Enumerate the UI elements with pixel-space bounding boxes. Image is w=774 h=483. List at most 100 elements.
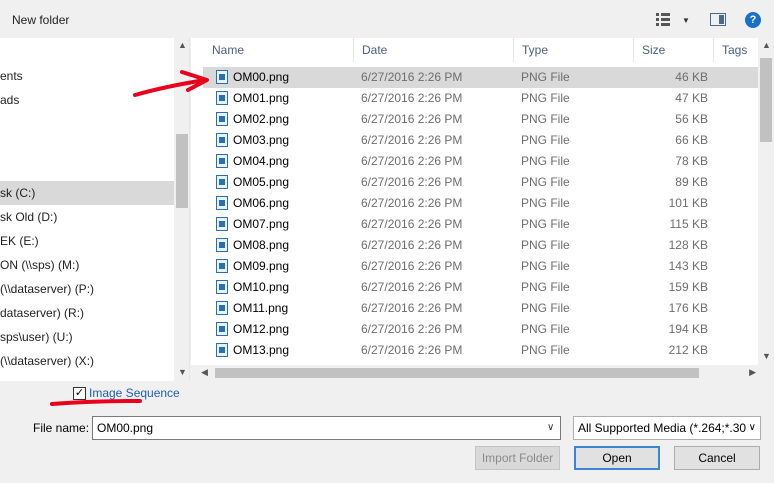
file-horizontal-scrollbar[interactable]: ◀ ▶: [191, 365, 774, 381]
scroll-down-icon[interactable]: ▼: [178, 367, 187, 377]
file-row[interactable]: OM13.png 6/27/2016 2:26 PM PNG File 212 KB: [203, 340, 760, 361]
column-name[interactable]: Name: [204, 38, 354, 62]
column-date[interactable]: Date: [354, 38, 514, 62]
png-file-icon: [216, 259, 228, 273]
file-row[interactable]: OM06.png 6/27/2016 2:26 PM PNG File 101 KB: [203, 193, 760, 214]
png-file-icon: [216, 322, 228, 336]
preview-pane-icon[interactable]: [710, 13, 726, 26]
nav-item[interactable]: sps\user) (U:): [0, 325, 174, 349]
file-row[interactable]: OM03.png 6/27/2016 2:26 PM PNG File 66 KB: [203, 130, 760, 151]
file-name-dropdown-icon[interactable]: ∨: [547, 422, 554, 433]
import-folder-button[interactable]: Import Folder: [475, 446, 560, 470]
file-date-cell: 6/27/2016 2:26 PM: [361, 280, 463, 294]
file-name-cell: OM03.png: [233, 133, 290, 147]
file-type-filter[interactable]: All Supported Media (*.264;*.30 ∨: [573, 416, 761, 440]
file-size-cell: 143 KB: [668, 259, 708, 273]
file-row[interactable]: OM04.png 6/27/2016 2:26 PM PNG File 78 KB: [203, 151, 760, 172]
file-date-cell: 6/27/2016 2:26 PM: [361, 154, 463, 168]
image-sequence-label[interactable]: Image Sequence: [89, 386, 180, 400]
toolbar: New folder ▼ ?: [0, 0, 774, 38]
open-button[interactable]: Open: [574, 446, 660, 470]
file-type-cell: PNG File: [521, 91, 570, 105]
file-row[interactable]: OM00.png 6/27/2016 2:26 PM PNG File 46 KB: [203, 67, 760, 88]
file-row[interactable]: OM11.png 6/27/2016 2:26 PM PNG File 176 KB: [203, 298, 760, 319]
scroll-thumb[interactable]: [760, 58, 772, 142]
file-row[interactable]: OM12.png 6/27/2016 2:26 PM PNG File 194 KB: [203, 319, 760, 340]
scroll-down-icon[interactable]: ▼: [762, 351, 771, 361]
nav-item[interactable]: EK (E:): [0, 229, 174, 253]
png-file-icon: [216, 217, 228, 231]
file-name-cell: OM09.png: [233, 259, 290, 273]
nav-item[interactable]: ads: [0, 88, 174, 112]
file-date-cell: 6/27/2016 2:26 PM: [361, 343, 463, 357]
file-type-cell: PNG File: [521, 322, 570, 336]
file-date-cell: 6/27/2016 2:26 PM: [361, 133, 463, 147]
cancel-button[interactable]: Cancel: [674, 446, 760, 470]
nav-item[interactable]: dataserver) (R:): [0, 301, 174, 325]
file-name-cell: OM07.png: [233, 217, 290, 231]
file-row[interactable]: OM07.png 6/27/2016 2:26 PM PNG File 115 KB: [203, 214, 760, 235]
file-name-cell: OM13.png: [233, 343, 290, 357]
file-type-cell: PNG File: [521, 112, 570, 126]
file-row[interactable]: OM01.png 6/27/2016 2:26 PM PNG File 47 KB: [203, 88, 760, 109]
file-type-cell: PNG File: [521, 280, 570, 294]
scroll-thumb[interactable]: [176, 134, 188, 208]
file-size-cell: 176 KB: [668, 301, 708, 315]
file-size-cell: 194 KB: [668, 322, 708, 336]
nav-item[interactable]: [0, 112, 174, 136]
file-name-cell: OM08.png: [233, 238, 290, 252]
scroll-up-icon[interactable]: ▲: [762, 40, 771, 50]
file-type-cell: PNG File: [521, 196, 570, 210]
png-file-icon: [216, 175, 228, 189]
scroll-thumb[interactable]: [215, 368, 699, 378]
nav-item[interactable]: ON (\\sps) (M:): [0, 253, 174, 277]
file-size-cell: 66 KB: [675, 133, 708, 147]
file-row[interactable]: OM10.png 6/27/2016 2:26 PM PNG File 159 KB: [203, 277, 760, 298]
file-vertical-scrollbar[interactable]: ▲ ▼: [758, 38, 774, 365]
file-size-cell: 212 KB: [668, 343, 708, 357]
nav-item[interactable]: [0, 136, 174, 160]
file-row[interactable]: OM08.png 6/27/2016 2:26 PM PNG File 128 KB: [203, 235, 760, 256]
file-name-input[interactable]: [92, 416, 561, 440]
nav-item-label: (\\dataserver) (X:): [0, 354, 95, 368]
file-date-cell: 6/27/2016 2:26 PM: [361, 175, 463, 189]
nav-item[interactable]: (\\dataserver) (X:): [0, 349, 174, 373]
file-type-cell: PNG File: [521, 238, 570, 252]
nav-item[interactable]: sk Old (D:): [0, 205, 174, 229]
file-type-cell: PNG File: [521, 259, 570, 273]
nav-item[interactable]: (\\dataserver) (P:): [0, 277, 174, 301]
new-folder-button[interactable]: New folder: [12, 13, 69, 27]
file-name-cell: OM04.png: [233, 154, 290, 168]
scroll-up-icon[interactable]: ▲: [178, 40, 187, 50]
nav-item-label: ON (\\sps) (M:): [0, 258, 80, 272]
nav-item[interactable]: sk (C:): [0, 181, 174, 205]
file-size-cell: 46 KB: [675, 70, 708, 84]
view-options-icon[interactable]: [656, 13, 670, 26]
nav-item[interactable]: ents: [0, 64, 174, 88]
nav-item-label: sps\user) (U:): [0, 330, 73, 344]
png-file-icon: [216, 154, 228, 168]
file-date-cell: 6/27/2016 2:26 PM: [361, 70, 463, 84]
navigation-pane: ents ads sk (C:) sk Old (D:) EK (E:) ON (\\sp…: [0, 38, 190, 381]
column-type[interactable]: Type: [514, 38, 634, 62]
nav-item-label: (\\dataserver) (P:): [0, 282, 95, 296]
png-file-icon: [216, 343, 228, 357]
file-row[interactable]: OM05.png 6/27/2016 2:26 PM PNG File 89 KB: [203, 172, 760, 193]
scroll-left-icon[interactable]: ◀: [201, 367, 208, 378]
scroll-right-icon[interactable]: ▶: [749, 367, 756, 378]
png-file-icon: [216, 91, 228, 105]
file-row[interactable]: OM02.png 6/27/2016 2:26 PM PNG File 56 KB: [203, 109, 760, 130]
file-name-cell: OM11.png: [233, 301, 289, 315]
file-name-label: File name:: [33, 421, 90, 435]
file-name-cell: OM12.png: [233, 322, 290, 336]
file-row[interactable]: OM09.png 6/27/2016 2:26 PM PNG File 143 KB: [203, 256, 760, 277]
file-size-cell: 47 KB: [675, 91, 708, 105]
png-file-icon: [216, 112, 228, 126]
column-size[interactable]: Size: [634, 38, 714, 62]
nav-scrollbar[interactable]: ▲ ▼: [174, 38, 189, 381]
help-icon[interactable]: ?: [745, 12, 761, 28]
file-date-cell: 6/27/2016 2:26 PM: [361, 301, 463, 315]
view-dropdown-icon[interactable]: ▼: [682, 16, 690, 25]
chevron-down-icon: ∨: [746, 417, 756, 439]
image-sequence-checkbox[interactable]: ✓: [73, 387, 86, 400]
